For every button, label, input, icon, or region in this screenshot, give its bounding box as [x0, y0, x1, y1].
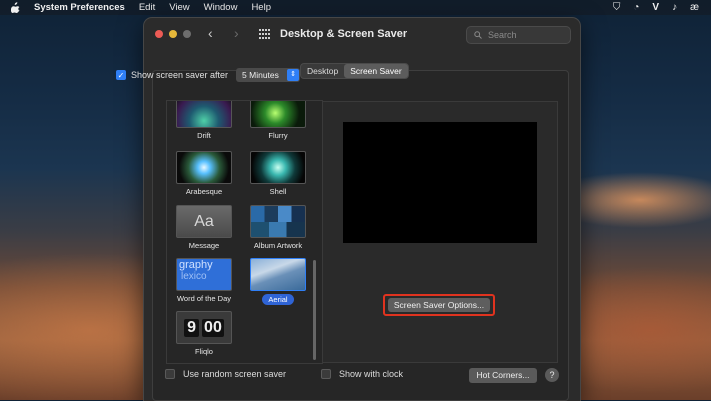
tab-screen-saver[interactable]: Screen Saver [344, 64, 408, 78]
album-artwork-thumbnail [250, 205, 306, 238]
edit-menu[interactable]: Edit [139, 2, 155, 13]
random-saver-row: Use random screen saver [165, 369, 286, 379]
saver-label: Shell [269, 187, 287, 196]
show-after-row: ✓ Show screen saver after 5 Minutes ⇕ [116, 68, 301, 82]
random-saver-checkbox[interactable] [165, 369, 175, 379]
list-item[interactable]: 9 00 Fliqlo [167, 311, 241, 356]
show-after-select[interactable]: 5 Minutes ⇕ [236, 68, 301, 82]
flurry-thumbnail [250, 101, 306, 128]
fliqlo-hour-text: 9 [184, 318, 200, 337]
word-thumb-line2: lexico [181, 271, 207, 282]
saver-label: Word of the Day [176, 294, 232, 303]
search-field[interactable]: Search [466, 26, 571, 44]
hot-corners-button[interactable]: Hot Corners... [469, 368, 537, 383]
back-chevron-icon[interactable]: ‹ [208, 26, 213, 40]
list-item[interactable]: graphy lexico Word of the Day [167, 258, 241, 303]
drift-thumbnail [176, 101, 232, 128]
vpn-shield-icon[interactable]: ⛉ [613, 2, 621, 13]
list-item[interactable]: Album Artwork [241, 205, 315, 250]
view-menu[interactable]: View [169, 2, 189, 13]
list-item-selected[interactable]: Aerial [241, 258, 315, 305]
saver-label: Aerial [262, 294, 294, 305]
close-button[interactable] [155, 30, 163, 38]
tab-bar: Desktop Screen Saver [300, 63, 409, 79]
list-item[interactable]: Drift [167, 101, 241, 140]
saver-label: Arabesque [185, 187, 223, 196]
updown-chevron-icon: ⇕ [287, 69, 300, 81]
tab-desktop[interactable]: Desktop [301, 64, 344, 78]
show-clock-checkbox[interactable] [321, 369, 331, 379]
list-item[interactable]: Shell [241, 151, 315, 196]
search-icon [474, 31, 482, 39]
show-after-checkbox[interactable]: ✓ [116, 70, 126, 80]
saver-label: Album Artwork [253, 241, 303, 250]
forward-chevron-icon[interactable]: › [234, 26, 239, 40]
options-button-highlight: Screen Saver Options... [383, 294, 495, 316]
word-of-the-day-thumbnail: graphy lexico [176, 258, 232, 291]
message-thumbnail: Aa [176, 205, 232, 238]
show-after-value: 5 Minutes [242, 70, 279, 80]
bell-icon[interactable]: ♪ [672, 2, 677, 13]
list-item[interactable]: Arabesque [167, 151, 241, 196]
saver-label: Drift [197, 131, 211, 140]
status-area: ⛉ ◔ V ♪ æ [613, 2, 699, 13]
window-title: Desktop & Screen Saver [280, 28, 408, 40]
saver-label: Flurry [268, 131, 288, 140]
screen-saver-list[interactable]: Drift Flurry Arabesque Shell Aa Message … [166, 100, 323, 364]
random-saver-label: Use random screen saver [183, 369, 287, 379]
screen-saver-preview [343, 122, 537, 243]
show-after-label: Show screen saver after [131, 70, 229, 80]
zoom-button[interactable] [183, 30, 191, 38]
help-button[interactable]: ? [545, 368, 559, 382]
show-clock-row: Show with clock [321, 369, 403, 379]
window-menu[interactable]: Window [204, 2, 238, 13]
menu-bar: System Preferences Edit View Window Help… [0, 0, 711, 15]
shell-thumbnail [250, 151, 306, 184]
show-clock-label: Show with clock [339, 369, 404, 379]
fliqlo-thumbnail: 9 00 [176, 311, 232, 344]
search-placeholder: Search [488, 30, 517, 40]
minimize-button[interactable] [169, 30, 177, 38]
list-item[interactable]: Aa Message [167, 205, 241, 250]
list-scrollbar[interactable] [313, 260, 316, 360]
word-thumb-line1: graphy [179, 259, 213, 271]
saver-label: Message [188, 241, 220, 250]
v-logo-icon[interactable]: V [652, 2, 659, 13]
list-item[interactable]: Flurry [241, 101, 315, 140]
ae-icon[interactable]: æ [690, 2, 699, 13]
apple-icon[interactable] [9, 2, 21, 13]
app-menu[interactable]: System Preferences [34, 2, 125, 13]
screen-saver-options-button[interactable]: Screen Saver Options... [388, 298, 490, 312]
aerial-thumbnail [250, 258, 306, 291]
message-thumb-text: Aa [194, 212, 214, 230]
help-menu[interactable]: Help [251, 2, 271, 13]
saver-label: Fliqlo [195, 347, 213, 356]
chat-bubble-icon[interactable]: ◔ [633, 2, 639, 13]
show-all-grid-icon[interactable] [259, 29, 271, 39]
title-bar: ‹ › Desktop & Screen Saver Search [144, 18, 580, 52]
fliqlo-min-text: 00 [202, 318, 224, 337]
arabesque-thumbnail [176, 151, 232, 184]
